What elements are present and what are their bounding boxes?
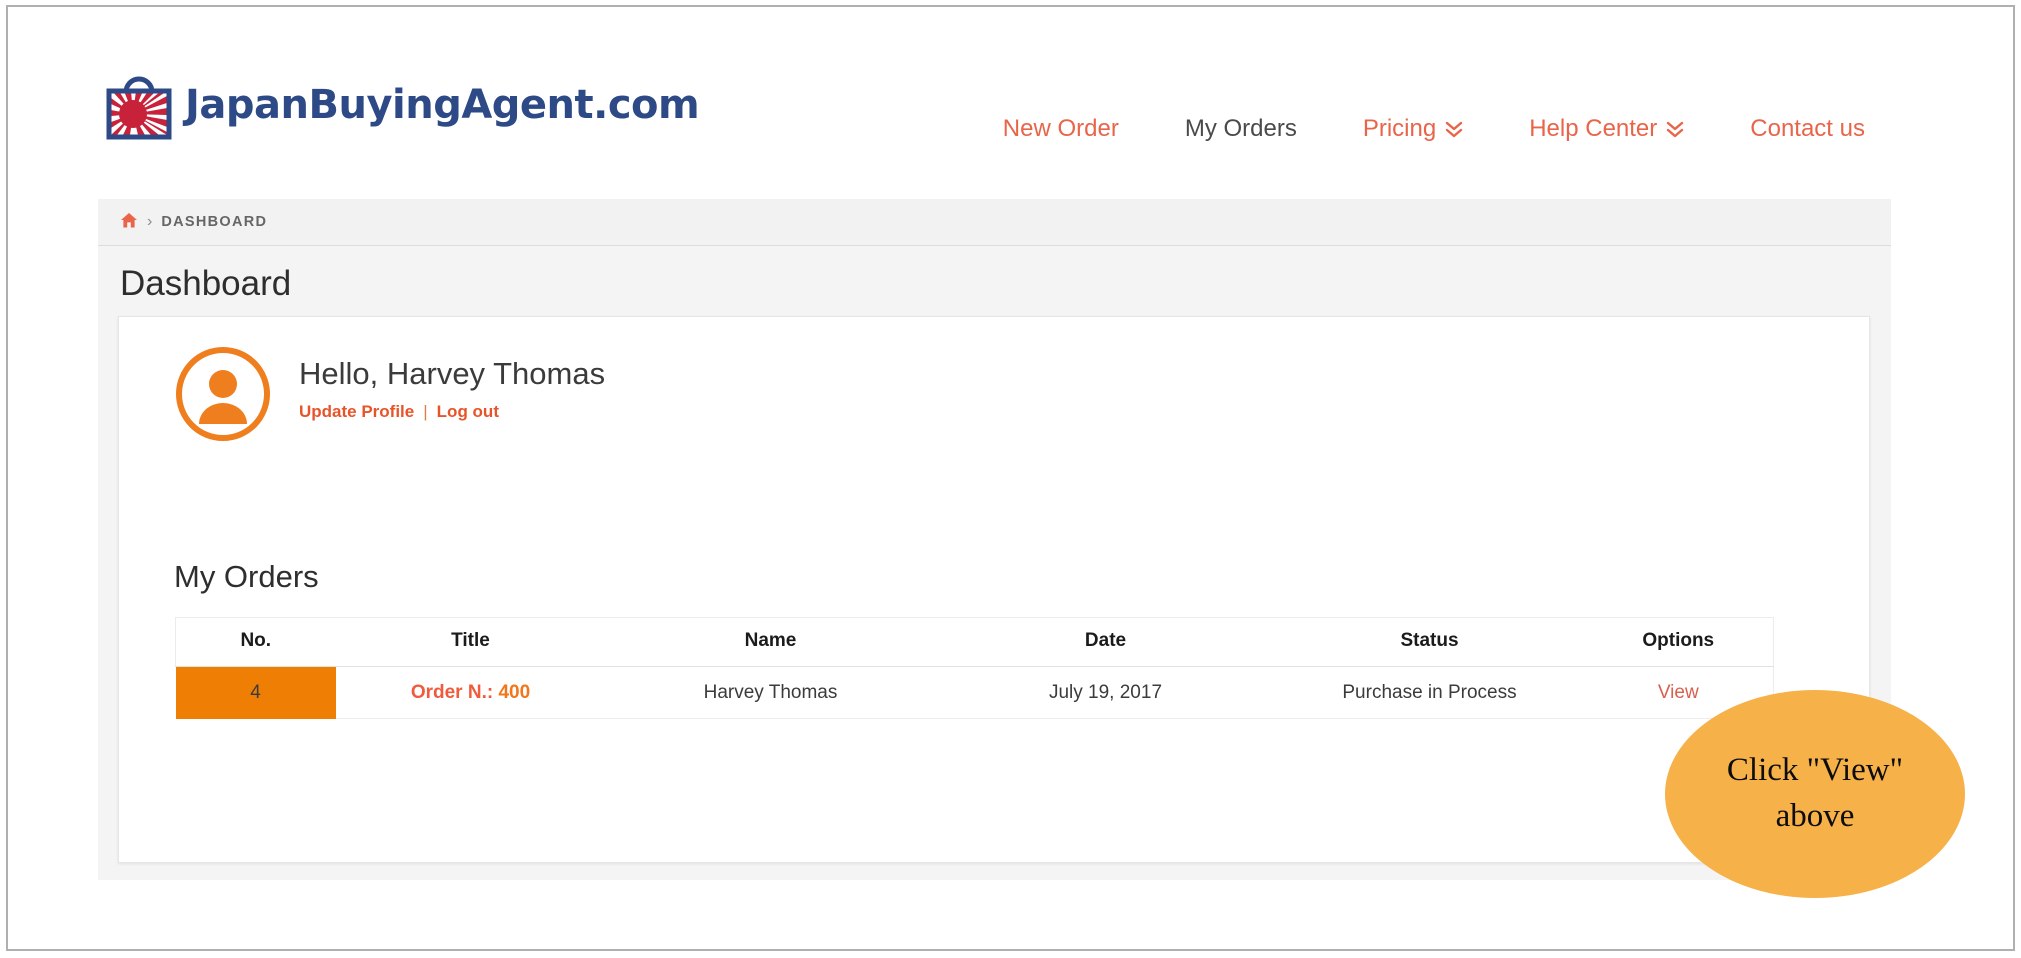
breadcrumb: › DASHBOARD	[98, 199, 1891, 246]
browser-page-frame: JapanBuyingAgent.com New Order My Orders…	[6, 5, 2015, 951]
profile-links: Update Profile | Log out	[299, 402, 605, 422]
link-separator: |	[423, 402, 428, 421]
nav-item-help-center[interactable]: Help Center	[1496, 115, 1717, 143]
cell-order-status: Purchase in Process	[1275, 666, 1584, 719]
brand-name: JapanBuyingAgent.com	[185, 82, 700, 128]
cell-order-title: Order N.: 400	[335, 666, 606, 719]
column-header-status: Status	[1275, 617, 1584, 667]
orders-table: No. Title Name Date Status Options 4 Ord…	[175, 617, 1774, 719]
log-out-link[interactable]: Log out	[437, 402, 499, 422]
nav-item-contact-us[interactable]: Contact us	[1717, 115, 1898, 143]
page-title: Dashboard	[120, 264, 292, 303]
user-avatar-icon	[176, 347, 270, 441]
brand-logo-link[interactable]: JapanBuyingAgent.com	[103, 70, 700, 140]
nav-label: Contact us	[1750, 115, 1865, 142]
user-profile-block: Hello, Harvey Thomas Update Profile | Lo…	[174, 345, 605, 443]
instruction-callout-bubble: Click "View" above	[1665, 690, 1965, 898]
column-header-date: Date	[935, 617, 1276, 667]
my-orders-heading: My Orders	[174, 559, 319, 594]
main-navigation: New Order My Orders Pricing Help Center	[970, 115, 1898, 143]
cell-order-no: 4	[175, 666, 336, 719]
column-header-name: Name	[605, 617, 936, 667]
angle-double-down-icon	[1445, 120, 1463, 139]
nav-item-new-order[interactable]: New Order	[970, 115, 1152, 143]
order-title-number: 400	[498, 681, 531, 703]
user-greeting: Hello, Harvey Thomas	[299, 356, 606, 391]
column-header-no: No.	[175, 617, 336, 667]
nav-label: New Order	[1002, 115, 1119, 142]
order-title-label: Order N.:	[410, 681, 494, 703]
nav-item-my-orders[interactable]: My Orders	[1152, 115, 1330, 143]
breadcrumb-separator: ›	[147, 213, 153, 230]
nav-label: Help Center	[1529, 115, 1658, 142]
angle-double-down-icon	[1666, 120, 1684, 139]
breadcrumb-current: DASHBOARD	[161, 214, 268, 230]
shopping-bag-rising-sun-logo-icon	[106, 76, 172, 140]
profile-text-block: Hello, Harvey Thomas Update Profile | Lo…	[299, 345, 605, 422]
nav-item-pricing[interactable]: Pricing	[1330, 115, 1496, 143]
nav-label: My Orders	[1184, 115, 1297, 142]
table-row: 4 Order N.: 400 Harvey Thomas July 19, 2…	[175, 666, 1774, 719]
cell-order-name: Harvey Thomas	[605, 666, 936, 719]
dashboard-content-area: Dashboard Hello, Harvey Thomas Update Pr…	[98, 246, 1891, 880]
table-header-row: No. Title Name Date Status Options	[175, 617, 1774, 667]
home-icon[interactable]	[120, 212, 138, 232]
cell-order-date: July 19, 2017	[935, 666, 1276, 719]
column-header-title: Title	[335, 617, 606, 667]
update-profile-link[interactable]: Update Profile	[299, 402, 414, 422]
instruction-callout-text: Click "View" above	[1726, 752, 1904, 834]
column-header-options: Options	[1583, 617, 1774, 667]
site-header: JapanBuyingAgent.com New Order My Orders…	[8, 7, 2013, 197]
dashboard-card: Hello, Harvey Thomas Update Profile | Lo…	[118, 316, 1870, 863]
nav-label: Pricing	[1362, 115, 1437, 142]
view-order-link[interactable]: View	[1658, 682, 1699, 703]
